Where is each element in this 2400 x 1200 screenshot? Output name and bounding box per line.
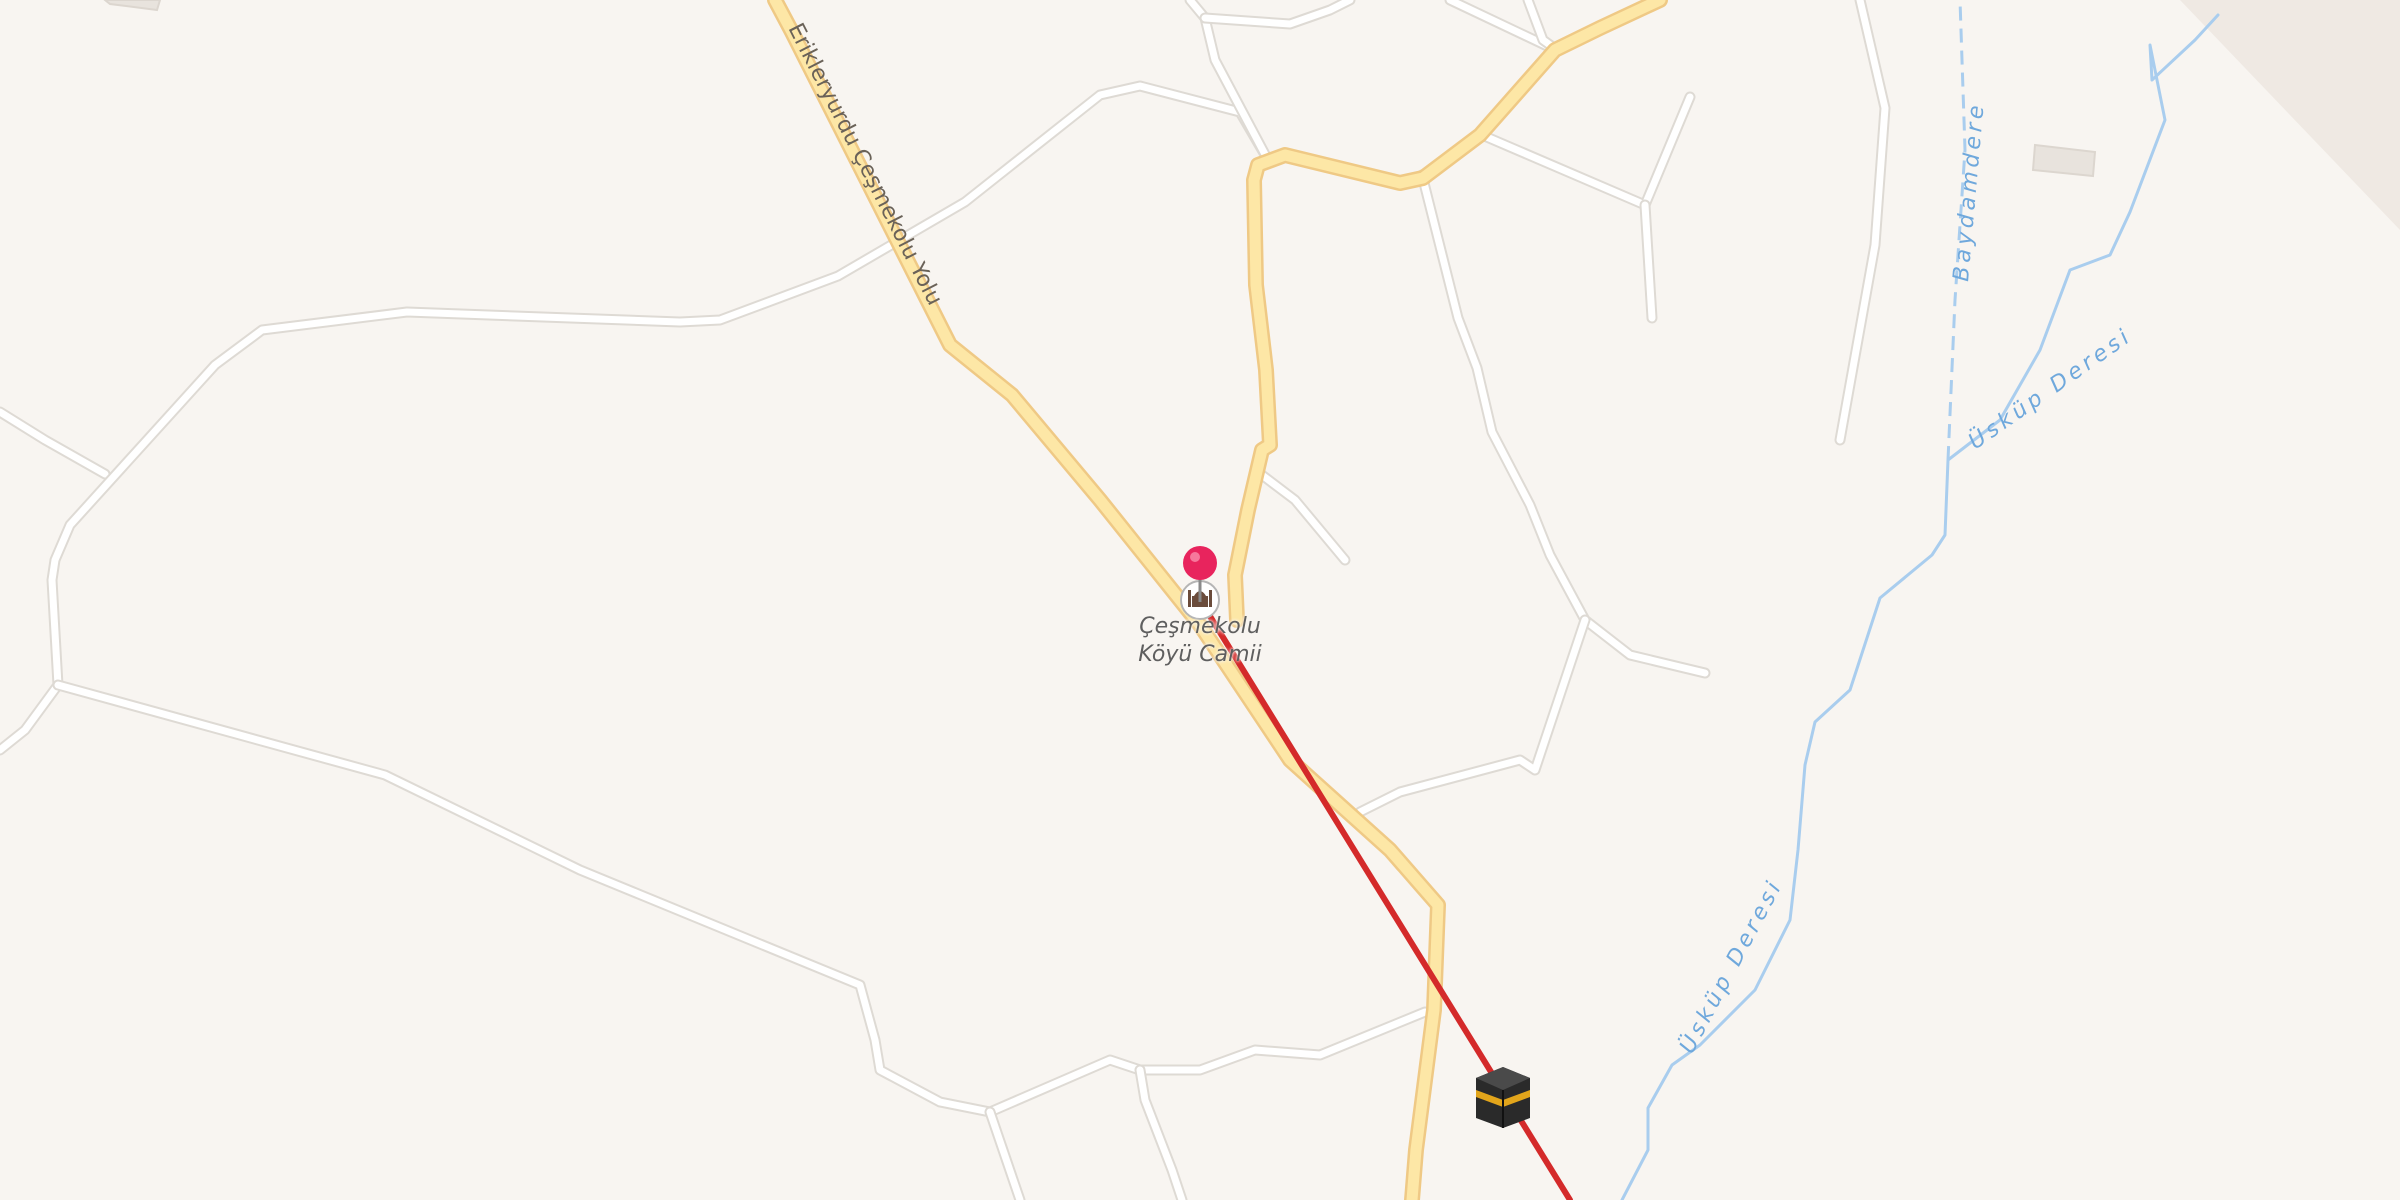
map-layer: Erikleryurdu Çeşmekolu Yolu Üsküp Deresi… [0,0,2400,1200]
map-canvas[interactable]: Erikleryurdu Çeşmekolu Yolu Üsküp Deresi… [0,0,2400,1200]
poi-name-line2: Köyü Camii [1138,642,1262,667]
poi-label: Çeşmekolu Köyü Camii [1100,613,1300,669]
poi-name-line1: Çeşmekolu [1139,614,1261,639]
kaaba-icon[interactable] [1476,1067,1530,1128]
